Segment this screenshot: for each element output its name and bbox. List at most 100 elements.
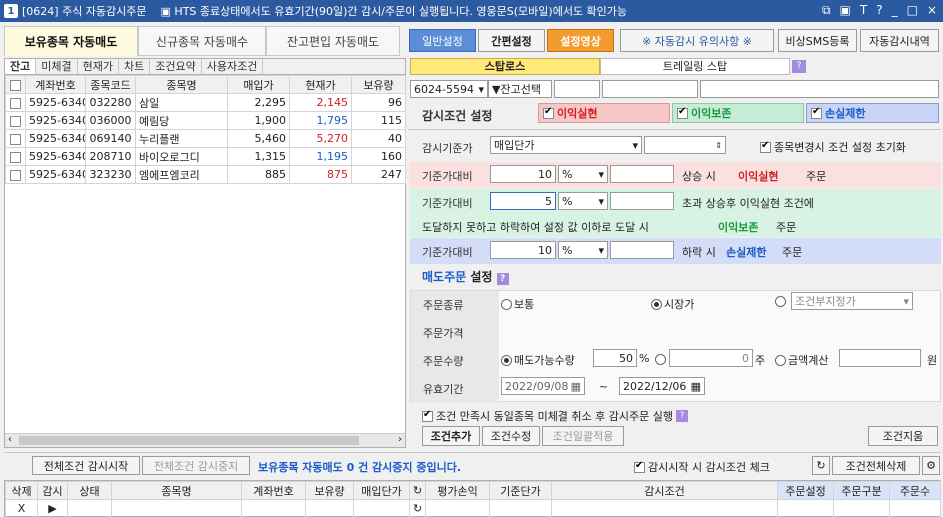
table-row[interactable]: 5925-6340 323230 엠에프엠코리 885 875 247: [5, 165, 406, 184]
loss-extra-input[interactable]: [610, 241, 674, 259]
close-icon[interactable]: ×: [927, 3, 937, 18]
add-condition-button[interactable]: 조건추가: [422, 426, 480, 446]
tab-hold-autosell[interactable]: 보유종목 자동매도: [4, 26, 138, 56]
stepper-icon[interactable]: ⇕: [715, 141, 722, 150]
refresh-icon[interactable]: ↻: [812, 456, 830, 475]
balance-select-button[interactable]: ▼잔고선택: [488, 80, 552, 98]
radio-conditional[interactable]: [775, 296, 788, 307]
font-icon[interactable]: T: [860, 3, 867, 18]
amount-input[interactable]: [839, 349, 921, 367]
subtab-user-cond[interactable]: 사용자조건: [202, 59, 264, 74]
loss-value-input[interactable]: 10: [490, 241, 556, 259]
subtab-summary[interactable]: 조건요약: [150, 59, 202, 74]
help-icon[interactable]: ?: [876, 3, 882, 18]
holdings-header: 계좌번호 종목코드 종목명 매입가 현재가 보유량: [5, 75, 406, 94]
loss-checkbox[interactable]: 손실제한: [806, 103, 939, 123]
calendar-icon[interactable]: ▦: [691, 380, 701, 393]
row-checkbox[interactable]: [5, 165, 26, 184]
profit-unit-select[interactable]: % ▾: [558, 165, 608, 183]
profit-extra-input[interactable]: [610, 165, 674, 183]
cell-account: 5925-6340: [25, 129, 86, 148]
cell-stock-name: [111, 499, 242, 517]
help-icon[interactable]: ?: [792, 60, 806, 73]
tab-new-autobuy[interactable]: 신규종목 자동매수: [138, 26, 266, 56]
play-icon[interactable]: ▶: [37, 499, 68, 517]
base-price-select[interactable]: 매입단가 ▾: [490, 136, 642, 154]
subtab-chart[interactable]: 차트: [119, 59, 151, 74]
date-from-input[interactable]: 2022/09/08 ▦: [501, 377, 585, 395]
calendar-icon[interactable]: ▦: [571, 380, 581, 393]
refresh-icon[interactable]: ↻: [409, 499, 426, 517]
qty-shares-input[interactable]: 0: [669, 349, 753, 367]
preserve-value-input[interactable]: 5: [490, 192, 556, 210]
row-checkbox[interactable]: [5, 129, 26, 148]
cell-name: 삼일: [135, 93, 228, 112]
scroll-left-icon[interactable]: ‹: [8, 434, 12, 445]
radio-amount-calc[interactable]: 금액계산: [775, 352, 828, 368]
refresh-icon[interactable]: ↻: [409, 481, 426, 500]
start-all-button[interactable]: 전체조건 감시시작: [32, 456, 140, 475]
settings-video-button[interactable]: 설정영상: [547, 29, 614, 52]
maximize-icon[interactable]: □: [907, 3, 918, 18]
col-base-unit: 기준단가: [489, 481, 552, 500]
stop-all-button[interactable]: 전체조건 감시중지: [142, 456, 250, 475]
minimize-icon[interactable]: _: [892, 3, 898, 18]
cell-order-qty: [889, 499, 941, 517]
profit-value-input[interactable]: 10: [490, 165, 556, 183]
modify-condition-button[interactable]: 조건수정: [482, 426, 540, 446]
loss-unit-select[interactable]: % ▾: [558, 241, 608, 259]
table-row[interactable]: 5925-6340 032280 삼일 2,295 2,145 96: [5, 93, 406, 112]
window-controls[interactable]: ⧉ ▣ T ? _ □ ×: [822, 3, 937, 18]
scroll-right-icon[interactable]: ›: [398, 434, 402, 445]
radio-qty-shares[interactable]: [655, 352, 668, 365]
radio-sellable-qty[interactable]: 매도가능수량: [501, 352, 575, 368]
preserve-checkbox[interactable]: 이익보존: [672, 103, 804, 123]
table-row[interactable]: 5925-6340 036000 예림당 1,900 1,795 115: [5, 111, 406, 130]
date-to-input[interactable]: 2022/12/06 ▦: [619, 377, 705, 395]
preserve-unit-select[interactable]: % ▾: [558, 192, 608, 210]
pin-icon[interactable]: ▣: [840, 3, 851, 18]
settings-gear-icon[interactable]: ⚙: [922, 456, 940, 475]
row-checkbox[interactable]: [5, 111, 26, 130]
help-icon[interactable]: ?: [496, 273, 509, 285]
chevron-down-icon: ▾: [598, 243, 604, 257]
row-checkbox[interactable]: [5, 147, 26, 166]
preserve-extra-input[interactable]: [610, 192, 674, 210]
table-row[interactable]: X ▶ ↻: [5, 499, 941, 517]
delete-all-button[interactable]: 조건전체삭제: [832, 456, 920, 475]
radio-market[interactable]: 시장가: [651, 296, 694, 312]
profit-base-label: 기준가대비: [422, 170, 473, 183]
tab-stoploss[interactable]: 스탑로스: [410, 58, 600, 75]
restore-icon[interactable]: ⧉: [822, 3, 831, 18]
subtab-unfilled[interactable]: 미체결: [36, 59, 78, 74]
tab-balance-autosell[interactable]: 잔고편입 자동매도: [266, 26, 400, 56]
help-icon[interactable]: ?: [676, 410, 688, 422]
horizontal-scrollbar[interactable]: ‹ ›: [5, 433, 405, 447]
base-price-stepper[interactable]: ⇕: [644, 136, 726, 154]
delete-condition-button[interactable]: 조건지움: [868, 426, 938, 446]
radio-normal[interactable]: 보통: [501, 296, 534, 312]
conditional-price-select[interactable]: 조건부지정가 ▾: [791, 292, 913, 310]
subtab-price[interactable]: 현재가: [78, 59, 119, 74]
tab-trailing[interactable]: 트레일링 스탑: [600, 58, 790, 75]
cancel-unfilled-checkbox[interactable]: 조건 만족시 동일종목 미체결 취소 후 감시주문 실행?: [422, 408, 688, 424]
history-button[interactable]: 자동감시내역: [860, 29, 939, 52]
account-select[interactable]: 6024-5594 ▾: [410, 80, 488, 98]
stock-code-input[interactable]: [554, 80, 600, 98]
scroll-thumb[interactable]: [19, 436, 359, 445]
table-row[interactable]: 5925-6340 069140 누리플랜 5,460 5,270 40: [5, 129, 406, 148]
sms-register-button[interactable]: 비상SMS등록: [778, 29, 857, 52]
apply-all-button[interactable]: 조건일괄적용: [542, 426, 624, 446]
select-all-checkbox[interactable]: [5, 75, 26, 94]
table-row[interactable]: 5925-6340 208710 바이오로그디 1,315 1,195 160: [5, 147, 406, 166]
profit-checkbox[interactable]: 이익실현: [538, 103, 670, 123]
caution-button[interactable]: ※ 자동감시 유의사항 ※: [620, 29, 774, 52]
delete-row-icon[interactable]: X: [5, 499, 38, 517]
simple-settings-button[interactable]: 간편설정: [478, 29, 545, 52]
general-settings-button[interactable]: 일반설정: [409, 29, 476, 52]
row-checkbox[interactable]: [5, 93, 26, 112]
check-on-start-checkbox[interactable]: 감시시작 시 감시조건 체크: [634, 459, 770, 475]
qty-percent-input[interactable]: 50: [593, 349, 637, 367]
init-on-change-checkbox[interactable]: 종목변경시 조건 설정 초기화: [760, 139, 906, 155]
subtab-balance[interactable]: 잔고: [5, 59, 37, 74]
